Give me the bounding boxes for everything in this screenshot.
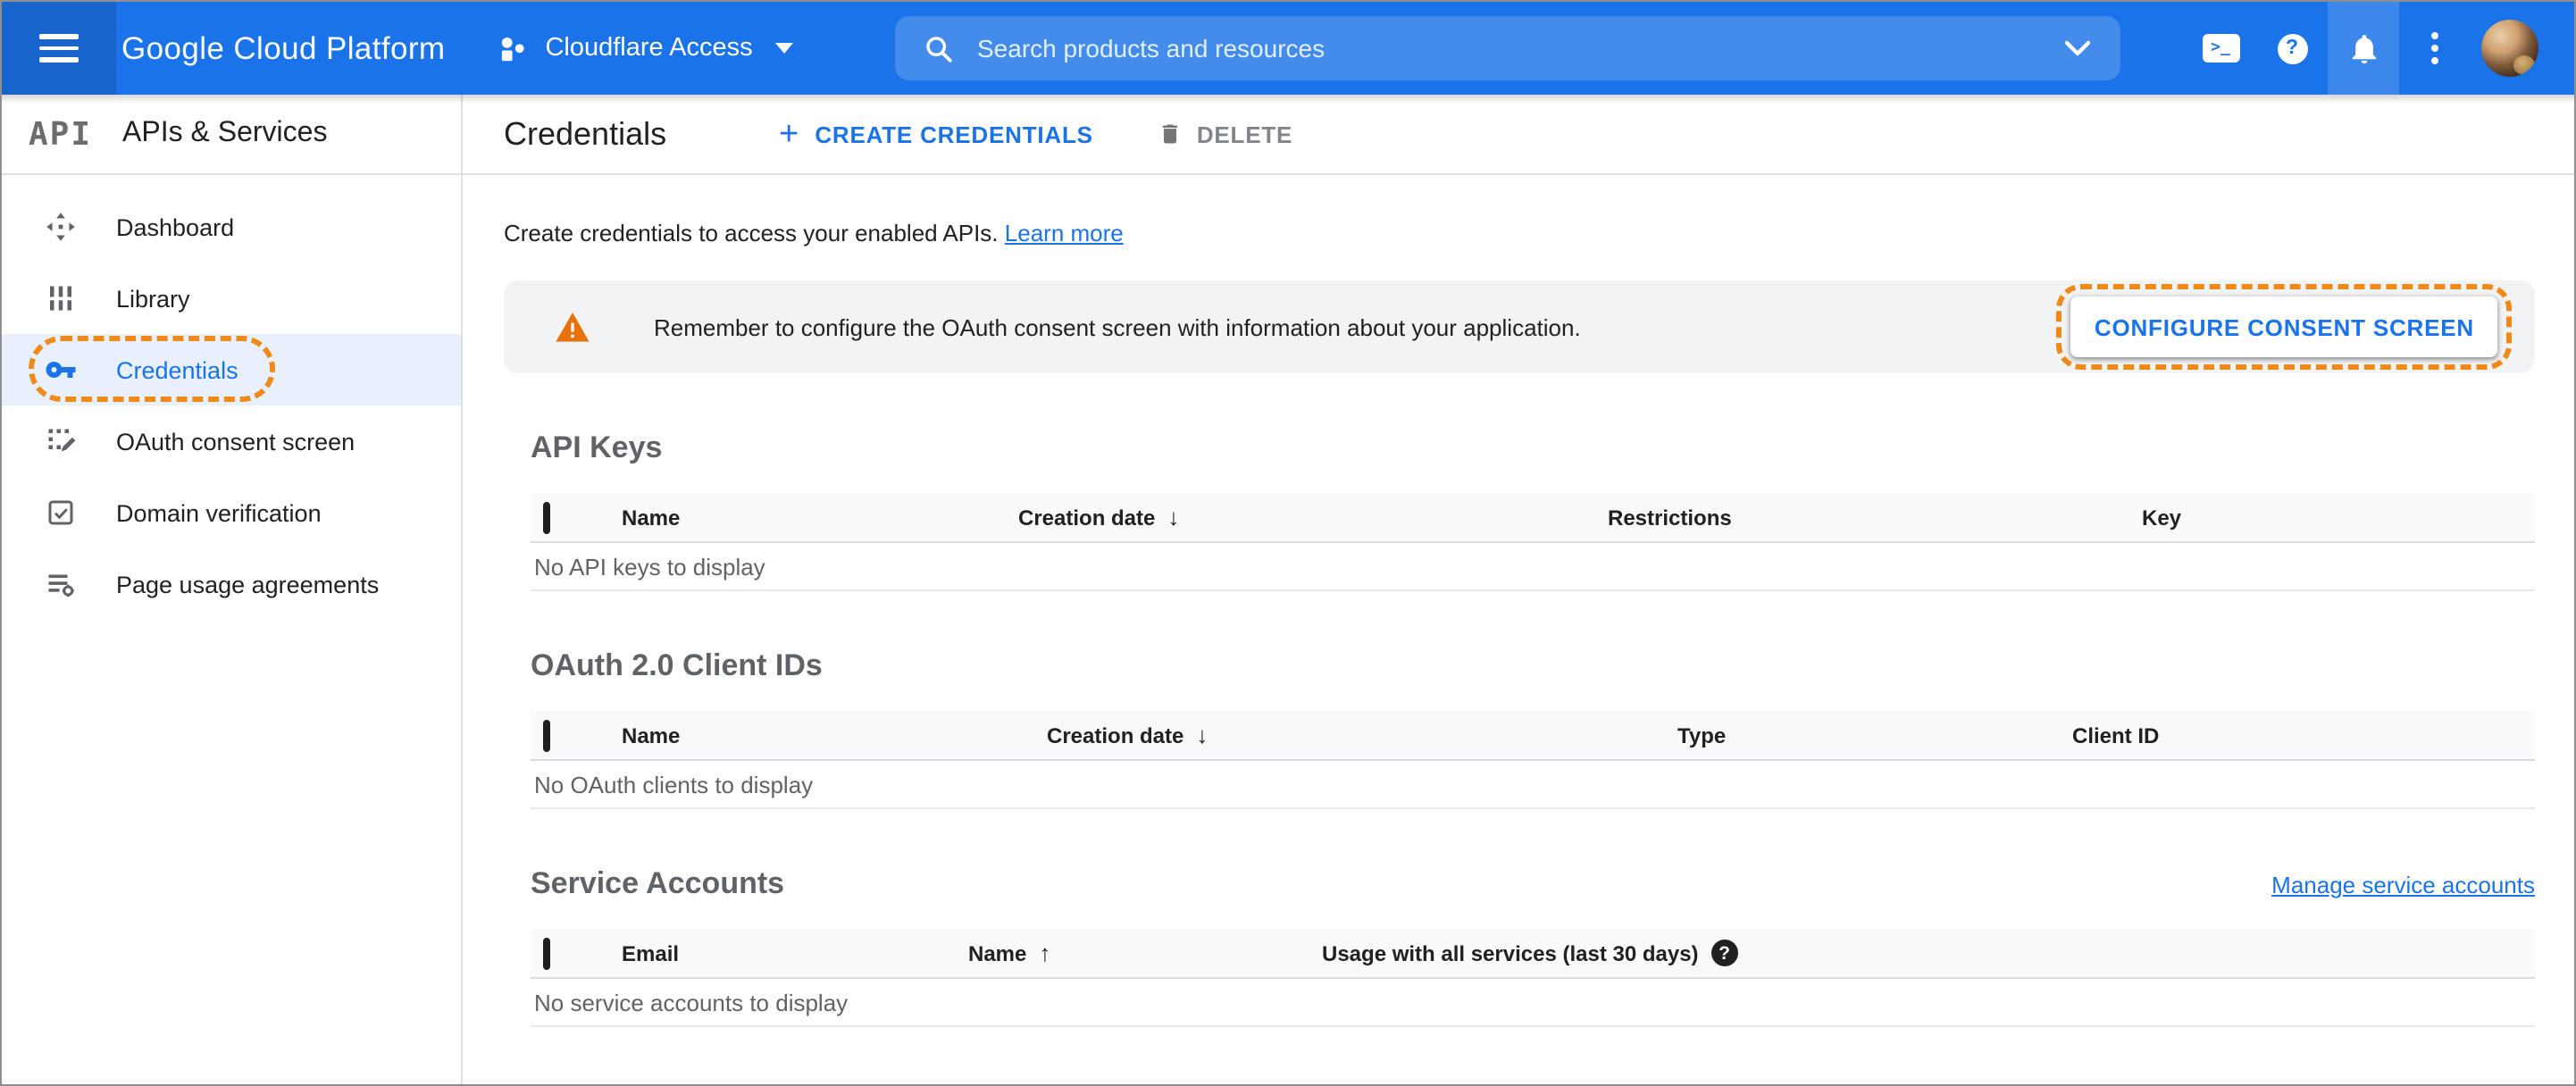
more-options-button[interactable]	[2399, 2, 2471, 95]
library-icon	[45, 282, 77, 314]
api-keys-empty-row: No API keys to display	[531, 543, 2535, 591]
agreements-icon	[45, 568, 77, 600]
sidebar-title: APIs & Services	[122, 118, 328, 148]
help-tooltip-icon[interactable]: ?	[1710, 940, 1738, 966]
service-accounts-table-header: Email Name ↑ Usage with all services (la…	[531, 929, 2535, 979]
sidebar-item-credentials[interactable]: Credentials	[2, 334, 461, 405]
page-title: Credentials	[504, 115, 667, 151]
sidebar-item-label: OAuth consent screen	[116, 428, 355, 455]
delete-button[interactable]: DELETE	[1158, 120, 1292, 148]
cloud-shell-button[interactable]: >_	[2185, 2, 2256, 95]
sidebar-item-dashboard[interactable]: Dashboard	[2, 191, 461, 263]
page-header: Credentials + CREATE CREDENTIALS DELETE	[463, 95, 2574, 175]
column-header-creation-date[interactable]: Creation date ↓	[1047, 722, 1677, 748]
consent-warning-banner: Remember to configure the OAuth consent …	[504, 280, 2535, 373]
column-header-name[interactable]: Name ↑	[968, 940, 1322, 966]
oauth-clients-section: OAuth 2.0 Client IDs Name Creation date …	[531, 648, 2535, 809]
sidebar-item-label: Domain verification	[116, 499, 322, 526]
oauth-clients-table-header: Name Creation date ↓ Type Client ID	[531, 711, 2535, 761]
sidebar-item-domain-verification[interactable]: Domain verification	[2, 477, 461, 548]
trash-icon	[1162, 124, 1177, 144]
sidebar-nav: Dashboard Library Credentials OAuth cons…	[2, 175, 461, 620]
topbar-actions: >_ ?	[2185, 2, 2574, 95]
plus-icon: +	[779, 115, 799, 153]
product-logo[interactable]: Google Cloud Platform	[121, 29, 445, 67]
page-content: Create credentials to access your enable…	[463, 220, 2574, 1027]
column-header-name: Name	[622, 723, 681, 748]
service-accounts-empty-row: No service accounts to display	[531, 979, 2535, 1027]
column-header-client-id: Client ID	[2072, 723, 2160, 748]
column-header-restrictions: Restrictions	[1608, 505, 1732, 530]
kebab-icon	[2431, 29, 2438, 69]
user-avatar[interactable]	[2481, 20, 2538, 77]
manage-service-accounts-link[interactable]: Manage service accounts	[2271, 872, 2535, 898]
sidebar-item-label: Page usage agreements	[116, 571, 380, 597]
sidebar-item-page-usage-agreements[interactable]: Page usage agreements	[2, 548, 461, 620]
sort-descending-icon: ↓	[1167, 504, 1180, 530]
key-icon	[45, 354, 77, 386]
gcp-console-window: Google Cloud Platform Cloudflare Access …	[0, 0, 2576, 1086]
warning-message: Remember to configure the OAuth consent …	[654, 313, 1581, 340]
api-keys-section: API Keys Name Creation date ↓ Restrictio…	[531, 430, 2535, 591]
consent-screen-icon	[45, 425, 77, 457]
hamburger-menu-button[interactable]	[2, 2, 116, 95]
column-header-key: Key	[2142, 505, 2182, 530]
sort-descending-icon: ↓	[1196, 722, 1209, 748]
warning-icon	[556, 312, 590, 341]
column-header-usage: Usage with all services (last 30 days) ?	[1322, 940, 2535, 966]
apis-services-logo: API	[29, 115, 93, 153]
hamburger-icon	[39, 27, 79, 70]
sidebar-header: API APIs & Services	[2, 95, 461, 175]
top-app-bar: Google Cloud Platform Cloudflare Access …	[2, 2, 2574, 95]
column-header-creation-date[interactable]: Creation date ↓	[1018, 504, 1608, 530]
notifications-button[interactable]	[2328, 2, 2399, 95]
bell-icon	[2351, 34, 2376, 63]
dashboard-icon	[45, 211, 77, 243]
sidebar-item-library[interactable]: Library	[2, 263, 461, 334]
sidebar-item-label: Dashboard	[116, 213, 235, 240]
oauth-clients-empty-row: No OAuth clients to display	[531, 761, 2535, 809]
project-name: Cloudflare Access	[545, 34, 753, 63]
section-title-api-keys: API Keys	[531, 430, 663, 464]
help-icon: ?	[2277, 33, 2307, 63]
search-input[interactable]	[977, 34, 2063, 63]
project-caret-icon	[775, 43, 794, 54]
terminal-icon: >_	[2202, 34, 2239, 63]
sidebar-item-oauth-consent-screen[interactable]: OAuth consent screen	[2, 405, 461, 477]
sidebar: API APIs & Services Dashboard Library Cr…	[2, 95, 463, 1084]
intro-text: Create credentials to access your enable…	[504, 220, 1124, 246]
search-expand-chevron-icon[interactable]	[2063, 39, 2092, 57]
project-selector[interactable]: Cloudflare Access	[497, 33, 794, 63]
select-all-checkbox[interactable]	[543, 501, 550, 533]
column-header-name: Name	[622, 505, 681, 530]
configure-consent-screen-button[interactable]: CONFIGURE CONSENT SCREEN	[2070, 297, 2497, 357]
sidebar-item-label: Credentials	[116, 356, 238, 383]
column-header-type: Type	[1677, 723, 1727, 748]
verified-checkbox-icon	[45, 497, 77, 529]
select-all-checkbox[interactable]	[543, 719, 550, 751]
main-panel: Credentials + CREATE CREDENTIALS DELETE …	[463, 95, 2574, 1084]
column-header-email: Email	[622, 940, 680, 965]
project-icon	[502, 36, 525, 61]
sidebar-item-label: Library	[116, 285, 190, 312]
create-credentials-button[interactable]: + CREATE CREDENTIALS	[779, 117, 1093, 151]
section-title-service-accounts: Service Accounts	[531, 866, 785, 900]
help-button[interactable]: ?	[2256, 2, 2328, 95]
sort-ascending-icon: ↑	[1039, 940, 1051, 966]
search-bar[interactable]	[895, 16, 2120, 80]
api-keys-table-header: Name Creation date ↓ Restrictions Key	[531, 493, 2535, 543]
service-accounts-section: Service Accounts Manage service accounts…	[531, 866, 2535, 1027]
search-icon	[926, 36, 952, 62]
select-all-checkbox[interactable]	[543, 937, 550, 969]
section-title-oauth-clients: OAuth 2.0 Client IDs	[531, 648, 823, 682]
learn-more-link[interactable]: Learn more	[1005, 220, 1124, 246]
